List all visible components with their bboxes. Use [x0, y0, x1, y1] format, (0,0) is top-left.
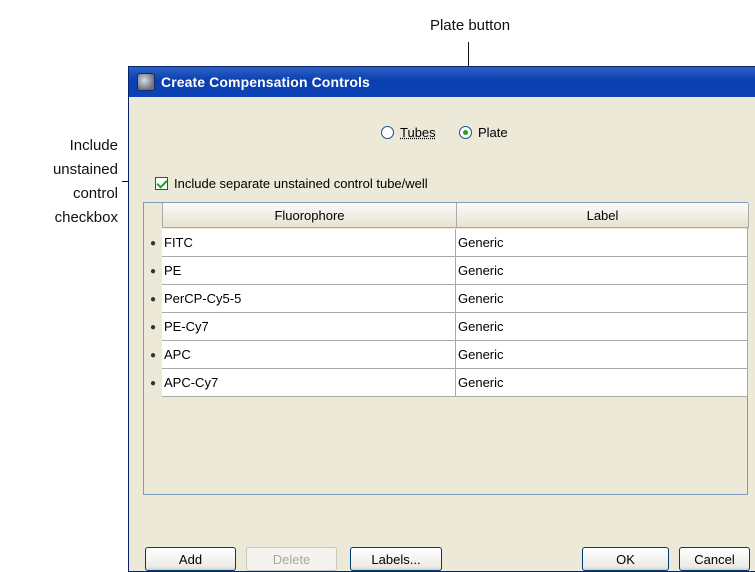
plate-radio[interactable] — [459, 126, 472, 139]
app-icon — [137, 73, 155, 91]
tubes-radio[interactable] — [381, 126, 394, 139]
table-row[interactable]: ● PerCP-Cy5-5 Generic — [144, 285, 749, 313]
fluorophore-cell[interactable]: PerCP-Cy5-5 — [162, 285, 456, 313]
callout-line: checkbox — [54, 209, 118, 226]
ok-button[interactable]: OK — [582, 547, 669, 571]
callout-line: control — [72, 185, 118, 202]
table-row[interactable]: ● PE Generic — [144, 257, 749, 285]
table-header: Fluorophore Label — [144, 203, 749, 229]
fluorophore-cell[interactable]: PE — [162, 257, 456, 285]
unstained-control-checkbox[interactable] — [155, 177, 168, 190]
row-marker-icon: ● — [149, 265, 157, 277]
labels-button[interactable]: Labels... — [350, 547, 442, 571]
column-header-label[interactable]: Label — [457, 203, 749, 228]
plate-radio-label: Plate — [478, 125, 508, 140]
fluorophore-cell[interactable]: PE-Cy7 — [162, 313, 456, 341]
dialog-title: Create Compensation Controls — [161, 74, 370, 90]
fluorophore-cell[interactable]: APC-Cy7 — [162, 369, 456, 397]
plate-radio-option[interactable]: Plate — [459, 125, 508, 140]
table-row[interactable]: ● PE-Cy7 Generic — [144, 313, 749, 341]
row-marker-icon: ● — [149, 321, 157, 333]
fluorophore-cell[interactable]: FITC — [162, 229, 456, 257]
row-marker-icon: ● — [149, 293, 157, 305]
label-cell[interactable]: Generic — [456, 285, 748, 313]
row-marker-icon: ● — [149, 237, 157, 249]
cancel-button[interactable]: Cancel — [679, 547, 750, 571]
unstained-control-option[interactable]: Include separate unstained control tube/… — [155, 176, 428, 191]
unstained-control-label: Include separate unstained control tube/… — [174, 176, 428, 191]
label-cell[interactable]: Generic — [456, 313, 748, 341]
add-button[interactable]: Add — [145, 547, 236, 571]
callout-line: Include — [69, 137, 118, 154]
create-compensation-controls-dialog: Create Compensation Controls Tubes Plate… — [128, 66, 755, 572]
table-row[interactable]: ● APC Generic — [144, 341, 749, 369]
label-cell[interactable]: Generic — [456, 369, 748, 397]
fluorophore-cell[interactable]: APC — [162, 341, 456, 369]
row-marker-icon: ● — [149, 349, 157, 361]
label-cell[interactable]: Generic — [456, 341, 748, 369]
plate-button-callout: Plate button — [429, 17, 511, 34]
row-marker-icon: ● — [149, 377, 157, 389]
tubes-radio-option[interactable]: Tubes — [381, 125, 436, 140]
callout-line: unstained — [52, 161, 118, 178]
label-cell[interactable]: Generic — [456, 229, 748, 257]
table-row[interactable]: ● APC-Cy7 Generic — [144, 369, 749, 397]
table-corner — [144, 203, 163, 228]
column-header-fluorophore[interactable]: Fluorophore — [163, 203, 457, 228]
table-row[interactable]: ● FITC Generic — [144, 229, 749, 257]
fluorophore-table: Fluorophore Label ● FITC Generic ● PE Ge… — [143, 202, 749, 495]
unstained-checkbox-callout: Include unstained control checkbox — [0, 134, 118, 230]
title-bar[interactable]: Create Compensation Controls — [129, 67, 755, 97]
tubes-radio-label: Tubes — [400, 125, 436, 140]
label-cell[interactable]: Generic — [456, 257, 748, 285]
delete-button[interactable]: Delete — [246, 547, 337, 571]
